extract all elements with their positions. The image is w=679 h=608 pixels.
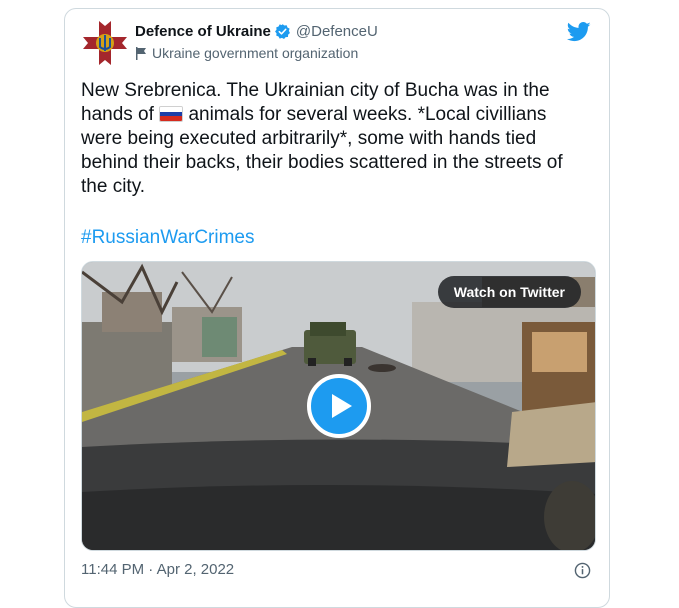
display-name[interactable]: Defence of Ukraine: [135, 23, 271, 40]
play-icon: [332, 394, 352, 418]
twitter-bird-icon[interactable]: [567, 22, 591, 42]
info-icon[interactable]: [574, 562, 591, 579]
tweet-card: Defence of Ukraine @DefenceU Ukraine gov…: [64, 8, 610, 608]
handle[interactable]: @DefenceU: [296, 23, 378, 40]
avatar[interactable]: [83, 21, 127, 65]
watch-on-twitter-button[interactable]: Watch on Twitter: [437, 276, 581, 308]
hashtag-link[interactable]: #RussianWarCrimes: [81, 227, 255, 249]
tweet-text: New Srebrenica. The Ukrainian city of Bu…: [81, 79, 589, 199]
org-label: Ukraine government organization: [152, 45, 359, 61]
flag-icon: [136, 46, 146, 60]
author-row: Defence of Ukraine @DefenceU: [135, 23, 378, 40]
russia-flag-emoji: [159, 106, 184, 122]
video-media[interactable]: Watch on Twitter: [81, 261, 596, 551]
org-label-row: Ukraine government organization: [135, 45, 358, 61]
tweet-timestamp[interactable]: 11:44 PM · Apr 2, 2022: [81, 561, 234, 578]
verified-badge-icon: [274, 24, 290, 39]
play-button[interactable]: [307, 374, 371, 438]
